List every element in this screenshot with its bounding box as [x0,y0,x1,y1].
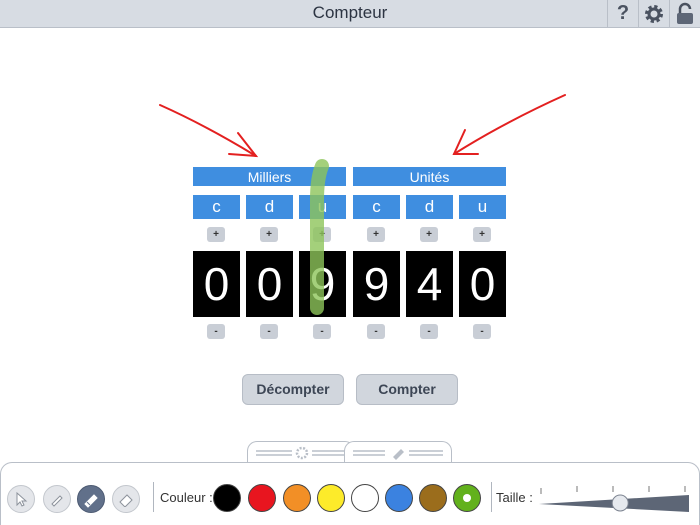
digit-display: 0 [459,251,506,317]
digit-header-units-u: u [459,195,506,219]
color-swatch-white[interactable] [351,484,379,512]
slider-knob[interactable] [611,494,629,512]
color-swatch-blue[interactable] [385,484,413,512]
increment-button[interactable]: + [473,227,491,242]
decrement-button[interactable]: - [473,324,491,339]
decrement-button[interactable]: - [207,324,225,339]
digit-display: 4 [406,251,453,317]
red-arrow-right [452,94,566,155]
digit-display: 9 [299,251,346,317]
increment-button[interactable]: + [313,227,331,242]
toolbar-divider [491,482,492,512]
color-swatch-yellow[interactable] [317,484,345,512]
slider-ticks [540,486,686,494]
pen-tool-icon[interactable] [43,485,71,513]
red-arrow-left [159,104,259,158]
digit-header-units-d: d [406,195,453,219]
drawing-tab[interactable] [344,441,452,463]
app-title: Compteur [312,3,388,22]
help-glyph: ? [616,2,630,24]
help-icon[interactable]: ? [607,0,638,27]
decrement-button[interactable]: - [367,324,385,339]
increment-button[interactable]: + [207,227,225,242]
count-up-button[interactable]: Compter [356,374,458,405]
color-swatch-brown[interactable] [419,484,447,512]
increment-button[interactable]: + [420,227,438,242]
eraser-tool-icon[interactable] [112,485,140,513]
gear-icon[interactable] [638,0,669,27]
selected-indicator [463,494,471,502]
digit-header-units-c: c [353,195,400,219]
color-swatch-red[interactable] [248,484,276,512]
pointer-tool-icon[interactable] [7,485,35,513]
digit-display: 0 [193,251,240,317]
color-swatch-black[interactable] [213,484,241,512]
increment-button[interactable]: + [260,227,278,242]
toolbar-divider [153,482,154,512]
decrement-button[interactable]: - [420,324,438,339]
color-swatch-orange[interactable] [283,484,311,512]
digit-header-thousands-c: c [193,195,240,219]
decrement-button[interactable]: - [260,324,278,339]
digit-header-thousands-u: u [299,195,346,219]
increment-button[interactable]: + [367,227,385,242]
lock-icon[interactable] [669,0,700,27]
title-bar-actions: ? [607,0,700,27]
size-slider[interactable] [537,480,693,520]
title-bar: Compteur ? [0,0,700,28]
settings-tab[interactable] [247,441,355,463]
count-down-button[interactable]: Décompter [242,374,344,405]
color-swatch-green-selected[interactable] [453,484,481,512]
group-header-thousands: Milliers [193,167,346,186]
size-label: Taille : [496,490,533,505]
group-header-units: Unités [353,167,506,186]
color-label: Couleur : [160,490,213,505]
highlighter-tool-icon[interactable] [77,485,105,513]
digit-display: 0 [246,251,293,317]
digit-header-thousands-d: d [246,195,293,219]
decrement-button[interactable]: - [313,324,331,339]
digit-display: 9 [353,251,400,317]
